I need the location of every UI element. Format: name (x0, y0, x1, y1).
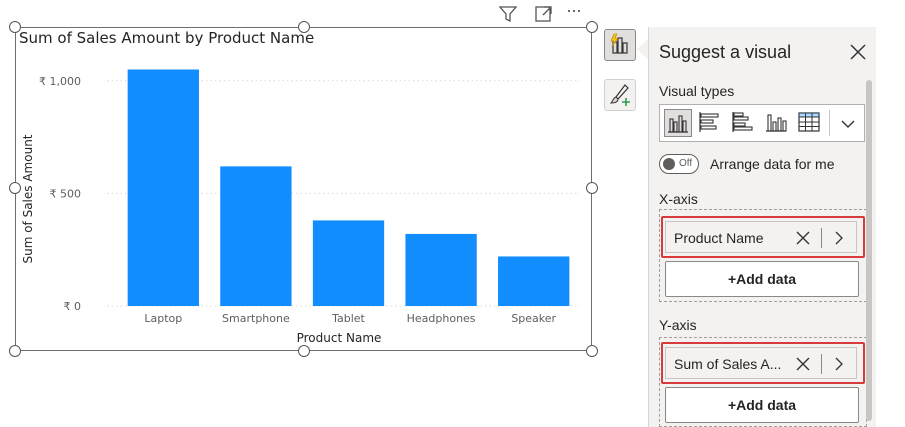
focus-mode-icon[interactable] (534, 4, 554, 24)
resize-handle-top-right[interactable] (586, 21, 598, 33)
pane-title: Suggest a visual (659, 42, 792, 62)
stacked-bar-button[interactable] (697, 109, 725, 137)
x-tick-label: Speaker (511, 312, 556, 325)
column-line-icon (766, 114, 787, 132)
clustered-column-icon (668, 115, 688, 133)
resize-handle-bottom[interactable] (298, 345, 310, 357)
bar-tablet[interactable] (312, 220, 385, 306)
resize-handle-left[interactable] (9, 182, 21, 194)
x-tick-label: Laptop (144, 312, 182, 325)
filter-icon[interactable] (498, 4, 518, 24)
toggle-knob (663, 158, 675, 170)
arrange-data-toggle[interactable]: Off (659, 154, 699, 174)
y-axis-add-data-button[interactable]: +Add data (665, 387, 859, 423)
stacked-bar-icon (699, 112, 719, 132)
bar-chart: ₹ 0 ₹ 500 ₹ 1,000 Laptop Smartphone Tablet He… (21, 69, 580, 345)
format-brush-icon (609, 84, 630, 106)
y-axis-label: Y-axis (659, 317, 697, 333)
x-tick-label: Tablet (331, 312, 365, 325)
y-tick-label: ₹ 500 (50, 187, 82, 200)
x-axis-label: X-axis (659, 191, 698, 207)
bar-smartphone[interactable] (220, 166, 292, 306)
y-axis-highlight-box (661, 342, 865, 384)
more-options-icon[interactable]: ··· (566, 0, 582, 21)
resize-handle-bottom-right[interactable] (586, 345, 598, 357)
x-axis-add-data-button[interactable]: +Add data (665, 261, 859, 297)
resize-handle-top-left[interactable] (9, 21, 21, 33)
resize-handle-bottom-left[interactable] (9, 345, 21, 357)
resize-handle-top[interactable] (298, 21, 310, 33)
build-visual-button[interactable] (604, 29, 636, 61)
clustered-bar-icon (732, 112, 753, 132)
table-icon (798, 112, 820, 132)
pane-scrollbar[interactable] (866, 80, 872, 421)
arrange-data-label: Arrange data for me (710, 156, 835, 172)
table-button[interactable] (796, 109, 824, 137)
build-visual-icon (610, 33, 628, 54)
clustered-bar-button[interactable] (730, 109, 758, 137)
close-icon[interactable] (848, 42, 868, 62)
bar-laptop[interactable] (127, 69, 199, 306)
column-line-button[interactable] (763, 109, 791, 137)
y-tick-label: ₹ 0 (64, 300, 82, 313)
toggle-state-text: Off (679, 158, 693, 169)
bar-speaker[interactable] (498, 256, 570, 306)
clustered-column-button[interactable] (664, 109, 692, 137)
x-axis-title: Product Name (297, 331, 382, 345)
resize-handle-right[interactable] (586, 182, 598, 194)
x-tick-label: Smartphone (222, 312, 290, 325)
x-axis-highlight-box (661, 216, 865, 258)
bar-headphones[interactable] (405, 233, 477, 306)
y-axis-title: Sum of Sales Amount (21, 134, 35, 263)
x-tick-label: Headphones (407, 312, 476, 325)
y-tick-label: ₹ 1,000 (39, 75, 81, 88)
chevron-down-icon[interactable] (838, 114, 858, 134)
visual-types-label: Visual types (659, 83, 735, 99)
visual-types-separator (829, 110, 830, 136)
format-visual-button[interactable] (604, 79, 636, 111)
